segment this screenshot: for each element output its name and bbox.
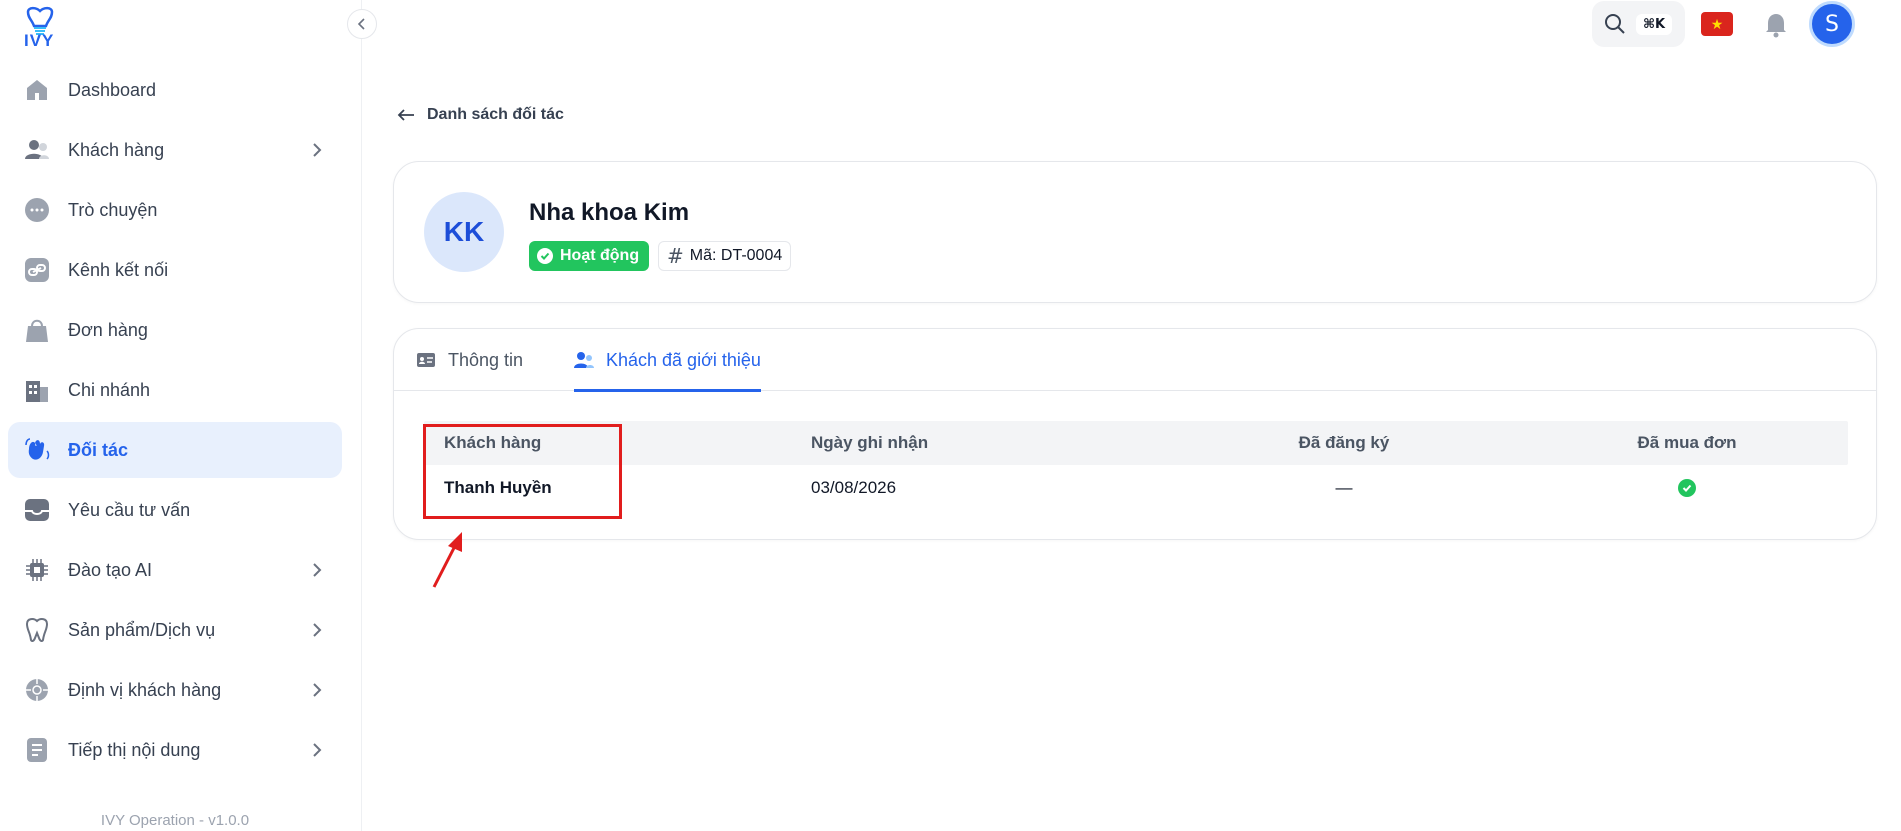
sidebar-item-ai-training[interactable]: Đào tạo AI [8,542,342,598]
partner-name: Nha khoa Kim [529,199,690,226]
partner-code-badge: # Mã: DT-0004 [658,241,792,271]
sidebar-item-label: Tiếp thị nội dung [68,739,201,760]
bell-icon[interactable] [1762,10,1790,38]
partner-profile-card: KK Nha khoa Kim Hoạt động # Mã: DT-0004 [393,161,1877,303]
sidebar-item-dashboard[interactable]: Dashboard [8,62,342,118]
tab-bar: Thông tin Khách đã giới thiệu [394,329,1876,392]
chevron-right-icon [313,683,322,697]
tab-label: Khách đã giới thiệu [606,349,761,370]
document-icon [24,737,50,763]
partner-code: Mã: DT-0004 [689,247,783,264]
table-row[interactable]: Thanh Huyền 03/08/2026 — [424,465,1848,511]
sidebar-item-label: Đối tác [68,439,129,460]
chevron-left-icon [357,18,365,30]
vietnam-flag-icon: ★ [1710,15,1724,32]
sidebar-item-consult-requests[interactable]: Yêu cầu tư vấn [8,482,342,538]
column-header-purchased: Đã mua đơn [1637,433,1737,452]
sidebar-item-label: Sản phẩm/Dịch vụ [68,619,216,640]
chevron-right-icon [313,743,322,757]
tooth-icon [24,617,50,643]
search-icon [1605,14,1625,34]
sidebar-item-customer-targeting[interactable]: Định vị khách hàng [8,662,342,718]
check-circle-icon [1678,479,1696,497]
chip-icon [24,557,50,583]
tab-referred-customers[interactable]: Khách đã giới thiệu [574,329,761,392]
check-circle-icon [537,248,553,264]
sidebar-item-label: Chi nhánh [68,379,151,400]
inbox-icon [24,497,50,523]
sidebar-item-partners[interactable]: Đối tác [8,422,342,478]
back-link-label: Danh sách đối tác [427,106,564,123]
sidebar-item-orders[interactable]: Đơn hàng [8,302,342,358]
sidebar: IVY Dashboard Khách hàng Trò chuyện Kênh… [0,0,362,831]
sidebar-item-products[interactable]: Sản phẩm/Dịch vụ [8,602,342,658]
chevron-right-icon [313,563,322,577]
sidebar-item-customers[interactable]: Khách hàng [8,122,342,178]
logo-text: IVY [24,31,55,50]
column-header-date: Ngày ghi nhận [811,433,929,452]
hash-icon: # [667,244,684,268]
sidebar-item-label: Đơn hàng [68,319,148,340]
handshake-icon [24,437,50,463]
sidebar-item-branches[interactable]: Chi nhánh [8,362,342,418]
collapse-sidebar-button[interactable] [347,9,377,39]
sidebar-item-label: Định vị khách hàng [68,679,222,700]
sidebar-item-channels[interactable]: Kênh kết nối [8,242,342,298]
sidebar-item-content-marketing[interactable]: Tiếp thị nội dung [8,722,342,778]
status-label: Hoạt động [560,247,640,264]
id-card-icon [417,353,435,367]
users-icon [24,137,50,163]
partner-avatar: KK [424,192,504,272]
chevron-right-icon [313,623,322,637]
annotation-arrow-icon [432,532,462,588]
chevron-right-icon [313,143,322,157]
arrow-left-icon [397,109,414,121]
sidebar-item-label: Trò chuyện [68,199,158,220]
cell-registered: — [1335,478,1353,497]
sidebar-item-chat[interactable]: Trò chuyện [8,182,342,238]
sidebar-nav: Dashboard Khách hàng Trò chuyện Kênh kết… [8,62,342,782]
sidebar-item-label: Đào tạo AI [68,559,153,580]
bag-icon [24,317,50,343]
annotation-highlight-box [423,424,622,519]
users-icon [574,352,594,368]
sidebar-item-label: Dashboard [68,79,157,100]
cell-date: 03/08/2026 [811,478,897,497]
search-shortcut: ⌘K [1636,13,1673,35]
sidebar-item-label: Yêu cầu tư vấn [68,499,191,520]
table-header: Khách hàng Ngày ghi nhận Đã đăng ký Đã m… [424,421,1848,465]
cell-purchased [1617,478,1757,498]
search-button[interactable]: ⌘K [1592,1,1685,47]
sidebar-item-label: Khách hàng [68,139,165,160]
referred-customers-table: Khách hàng Ngày ghi nhận Đã đăng ký Đã m… [424,421,1848,511]
link-icon [24,257,50,283]
chat-icon [24,197,50,223]
status-badge: Hoạt động [529,241,650,271]
building-icon [24,377,50,403]
tab-info[interactable]: Thông tin [416,329,523,391]
app-version: IVY Operation - v1.0.0 [100,812,250,829]
user-avatar[interactable]: S [1809,1,1855,47]
target-icon [24,677,50,703]
home-icon [24,77,50,103]
sidebar-item-label: Kênh kết nối [68,259,169,280]
tab-label: Thông tin [448,349,524,370]
column-header-registered: Đã đăng ký [1298,433,1390,452]
back-to-partner-list-link[interactable]: Danh sách đối tác [397,106,564,124]
language-flag-button[interactable]: ★ [1701,12,1733,36]
